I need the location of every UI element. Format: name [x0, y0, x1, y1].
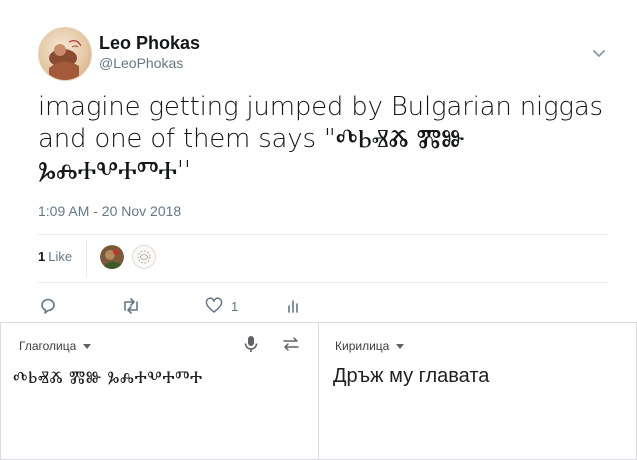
tweet-card: Leo Phokas @LeoPhokas imagine getting ju…	[0, 0, 637, 322]
tweet-text: imagine getting jumped by Bulgarian nigg…	[38, 92, 603, 186]
translated-text: Дръж му главата	[333, 365, 490, 387]
likes-row: 1 Like	[38, 236, 608, 280]
swap-icon[interactable]	[280, 333, 302, 355]
heart-icon	[204, 296, 224, 316]
reply-icon	[38, 296, 58, 316]
source-language-label: Глаголица	[19, 339, 77, 353]
divider	[86, 240, 87, 278]
like-count: 1	[231, 298, 239, 314]
dropdown-arrow-icon	[396, 343, 405, 349]
author-handle[interactable]: @LeoPhokas	[99, 55, 183, 71]
likes-summary[interactable]: 1 Like	[38, 249, 72, 264]
reply-button[interactable]	[38, 296, 65, 316]
author-name[interactable]: Leo Phokas	[99, 33, 200, 54]
divider	[38, 282, 608, 283]
target-language-label: Кирилица	[335, 339, 390, 353]
divider	[38, 234, 608, 235]
author-avatar[interactable]	[38, 27, 92, 81]
likes-count: 1	[38, 249, 46, 264]
chevron-down-icon[interactable]	[590, 44, 608, 62]
analytics-button[interactable]	[285, 296, 310, 316]
pane-divider	[318, 323, 319, 459]
dropdown-arrow-icon	[83, 343, 92, 349]
tweet-actions: 1	[38, 296, 608, 318]
retweet-icon	[120, 296, 142, 316]
target-language-select[interactable]: Кирилица	[335, 339, 405, 353]
tweet-timestamp[interactable]: 1:09 AM - 20 Nov 2018	[38, 203, 181, 219]
source-language-select[interactable]: Глаголица	[19, 339, 92, 353]
liker-avatar[interactable]	[100, 245, 124, 269]
source-text[interactable]: ⰄⰓⰟⰆ ⰏⰖ ⰃⰎⰀⰂⰀⰕⰀ	[13, 368, 203, 388]
like-button[interactable]: 1	[204, 296, 238, 316]
liker-avatar[interactable]	[132, 245, 156, 269]
translator-panel: Глаголица Кирилица	[0, 322, 637, 460]
retweet-button[interactable]	[120, 296, 149, 316]
microphone-icon[interactable]	[240, 333, 262, 355]
likes-label: Like	[48, 249, 73, 264]
analytics-icon	[285, 296, 303, 316]
